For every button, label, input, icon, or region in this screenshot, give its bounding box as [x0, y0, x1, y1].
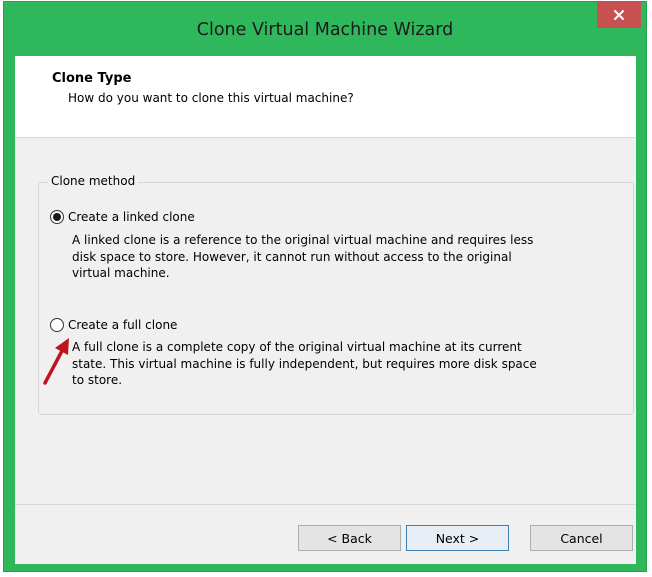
page-title: Clone Type — [52, 71, 132, 86]
cancel-button[interactable]: Cancel — [530, 525, 633, 551]
next-button[interactable]: Next > — [406, 525, 509, 551]
close-icon — [614, 10, 624, 20]
title-bar[interactable]: Clone Virtual Machine Wizard — [4, 2, 646, 55]
wizard-header: Clone Type How do you want to clone this… — [15, 56, 636, 138]
back-button[interactable]: < Back — [298, 525, 401, 551]
close-button[interactable] — [597, 2, 641, 28]
footer-divider — [15, 504, 636, 505]
linked-clone-option[interactable]: Create a linked clone — [50, 210, 195, 224]
full-clone-option[interactable]: Create a full clone — [50, 318, 177, 332]
full-clone-description: A full clone is a complete copy of the o… — [72, 340, 537, 387]
dialog-client-area: Clone Type How do you want to clone this… — [15, 56, 636, 564]
window-title: Clone Virtual Machine Wizard — [196, 20, 454, 40]
full-clone-label: Create a full clone — [68, 318, 178, 332]
linked-clone-description: A linked clone is a reference to the ori… — [72, 233, 534, 280]
wizard-window: Clone Virtual Machine Wizard Clone Type … — [3, 1, 647, 572]
page-subtitle: How do you want to clone this virtual ma… — [68, 91, 354, 105]
linked-clone-radio[interactable] — [50, 210, 64, 224]
clone-method-group: Clone method Create a linked clone A lin… — [38, 174, 634, 415]
full-clone-radio[interactable] — [50, 318, 64, 332]
linked-clone-label: Create a linked clone — [68, 210, 195, 224]
radio-selected-dot — [53, 213, 61, 221]
red-arrow-icon — [43, 338, 69, 385]
group-legend: Clone method — [48, 174, 139, 188]
